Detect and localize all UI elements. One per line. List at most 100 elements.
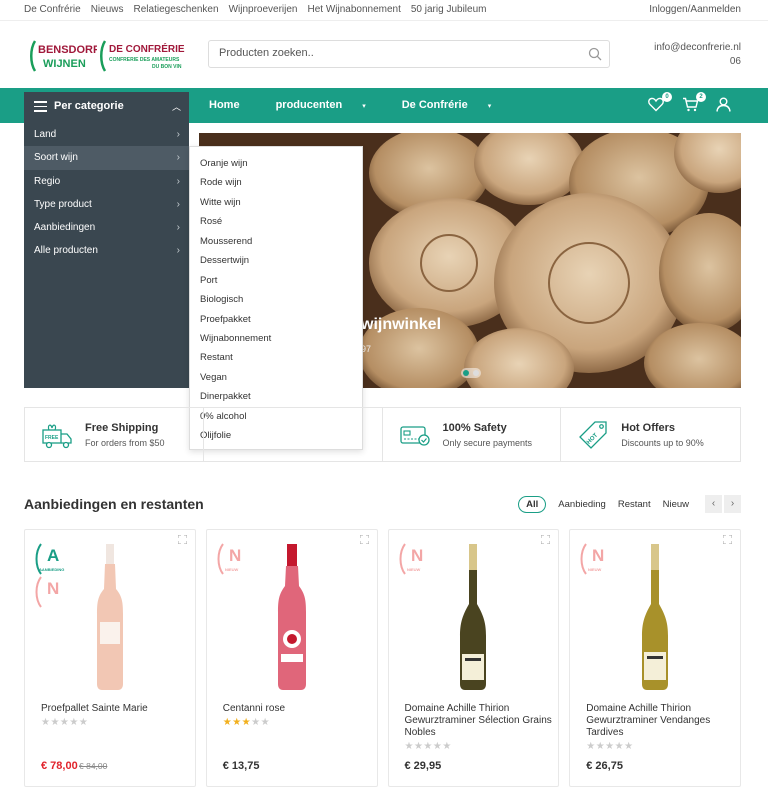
submenu-item[interactable]: Proefpakket bbox=[190, 310, 362, 329]
chevron-right-icon: › bbox=[176, 198, 180, 210]
tag-icon: HOT bbox=[579, 421, 607, 449]
feature-shipping: FREE Free Shipping For orders from $50 bbox=[25, 408, 204, 461]
product-name[interactable]: Domaine Achille Thirion Gewurztraminer V… bbox=[586, 703, 736, 739]
expand-icon[interactable] bbox=[541, 535, 551, 544]
submenu-item[interactable]: Witte wijn bbox=[190, 193, 362, 212]
submenu-item[interactable]: Rosé bbox=[190, 212, 362, 231]
cart-count: 2 bbox=[696, 92, 706, 102]
submenu-item[interactable]: Dessertwijn bbox=[190, 251, 362, 270]
filter-restant[interactable]: Restant bbox=[618, 499, 651, 510]
logo2-line1: DE CONFRÉRIE bbox=[109, 42, 185, 55]
carousel-dot-active[interactable] bbox=[463, 370, 469, 376]
submenu-item[interactable]: Dinerpakket bbox=[190, 387, 362, 406]
rating-stars: ★★★★★ bbox=[222, 717, 271, 728]
feature-safety: 100% Safety Only secure payments bbox=[383, 408, 562, 461]
expand-icon[interactable] bbox=[723, 535, 732, 544]
top-link-relatiegeschenken[interactable]: Relatiegeschenken bbox=[134, 4, 219, 15]
submenu-item[interactable]: Vegan bbox=[190, 368, 362, 387]
top-link-confrerie[interactable]: De Confrérie bbox=[24, 4, 81, 15]
nav-home[interactable]: Home bbox=[209, 99, 258, 111]
feature-title: Hot Offers bbox=[621, 422, 676, 434]
feature-subtitle: Discounts up to 90% bbox=[621, 438, 704, 448]
category-aanbiedingen[interactable]: Aanbiedingen › bbox=[24, 216, 189, 239]
svg-text:NIEUW: NIEUW bbox=[225, 567, 239, 572]
nav-producenten[interactable]: producenten ▾ bbox=[276, 99, 384, 111]
svg-text:NIEUW: NIEUW bbox=[407, 567, 421, 572]
contact-email[interactable]: info@deconfrerie.nl bbox=[654, 41, 741, 55]
submenu-item[interactable]: Oranje wijn bbox=[190, 154, 362, 173]
product-card[interactable]: N NIEUW Centanni rose ★★★★★ € 13,75 bbox=[205, 529, 378, 787]
product-name[interactable]: Proefpallet Sainte Marie bbox=[41, 703, 191, 715]
confrerie-logo[interactable]: DE CONFRÉRIE CONFRERIE DES AMATEURS DU B… bbox=[100, 39, 185, 73]
chevron-right-icon: › bbox=[176, 152, 180, 164]
bensdorp-logo[interactable]: BENSDORP WIJNEN bbox=[29, 39, 97, 73]
submenu-item[interactable]: Mousserend bbox=[190, 232, 362, 251]
product-name[interactable]: Domaine Achille Thirion Gewurztraminer S… bbox=[405, 703, 555, 739]
wishlist-button[interactable]: 0 bbox=[648, 92, 672, 113]
main-nav: Per categorie ︿ Home producenten ▾ De Con… bbox=[0, 88, 768, 123]
product-name[interactable]: Centanni rose bbox=[223, 703, 373, 715]
submenu-item[interactable]: Wijnabonnement bbox=[190, 329, 362, 348]
category-alle-producten[interactable]: Alle producten › bbox=[24, 239, 189, 262]
rating-stars: ★★★★★ bbox=[586, 741, 634, 752]
filter-all[interactable]: All bbox=[518, 495, 547, 513]
category-soort-wijn[interactable]: Soort wijn › bbox=[24, 146, 189, 170]
carousel-dots bbox=[461, 368, 481, 378]
carousel-dot[interactable] bbox=[473, 370, 479, 376]
search-icon[interactable] bbox=[588, 47, 602, 61]
prev-arrow-icon[interactable]: ‹ bbox=[705, 495, 722, 513]
filter-aanbieding[interactable]: Aanbieding bbox=[558, 499, 606, 510]
category-type-product[interactable]: Type product › bbox=[24, 193, 189, 216]
user-icon bbox=[716, 97, 731, 112]
next-arrow-icon[interactable]: › bbox=[724, 495, 741, 513]
nav-links: Home producenten ▾ De Confrérie ▾ bbox=[209, 99, 527, 111]
white-wine-bottle-image bbox=[642, 544, 669, 690]
top-link-jubileum[interactable]: 50 jarig Jubileum bbox=[411, 4, 487, 15]
cart-button[interactable]: 2 bbox=[682, 92, 706, 113]
nieuw-badge-icon: N NIEUW bbox=[217, 543, 241, 575]
header: BENSDORP WIJNEN DE CONFRÉRIE CONFRERIE D… bbox=[0, 22, 768, 88]
login-link[interactable]: Inloggen/Aanmelden bbox=[649, 4, 741, 15]
filter-nieuw[interactable]: Nieuw bbox=[663, 499, 689, 510]
chevron-up-icon: ︿ bbox=[171, 102, 181, 112]
expand-icon[interactable] bbox=[359, 535, 369, 544]
wishlist-count: 0 bbox=[662, 92, 672, 102]
chevron-right-icon: › bbox=[176, 129, 180, 140]
account-button[interactable] bbox=[716, 97, 734, 113]
submenu-item[interactable]: Rode wijn bbox=[190, 173, 362, 192]
submenu-item[interactable]: Biologisch bbox=[190, 290, 362, 309]
wine-type-dropdown: Oranje wijn Rode wijn Witte wijn Rosé Mo… bbox=[189, 146, 363, 450]
feature-subtitle: Only secure payments bbox=[442, 438, 533, 448]
svg-text:NIEUW: NIEUW bbox=[588, 567, 602, 572]
product-card[interactable]: A AANBIEDING N Proefpallet Sainte Marie … bbox=[24, 529, 196, 787]
chevron-right-icon: › bbox=[176, 175, 180, 187]
product-filters: All Aanbieding Restant Nieuw ‹ › bbox=[518, 495, 741, 513]
rating-stars: ★★★★★ bbox=[404, 741, 452, 752]
contact-phone[interactable]: 06 bbox=[654, 55, 741, 69]
hero-title: wijnwinkel bbox=[361, 316, 442, 333]
category-land[interactable]: Land › bbox=[24, 123, 189, 146]
top-link-nieuws[interactable]: Nieuws bbox=[91, 4, 124, 15]
category-regio[interactable]: Regio › bbox=[24, 170, 189, 193]
search-box[interactable] bbox=[208, 40, 610, 68]
nieuw-badge-icon: N NIEUW bbox=[580, 543, 605, 575]
top-link-wijnproeverijen[interactable]: Wijnproeverijen bbox=[229, 4, 298, 15]
contact-info: info@deconfrerie.nl 06 bbox=[654, 41, 741, 69]
top-bar: De Confrérie Nieuws Relatiegeschenken Wi… bbox=[0, 0, 768, 21]
nav-confrerie[interactable]: De Confrérie ▾ bbox=[402, 99, 510, 111]
submenu-item[interactable]: Restant bbox=[190, 348, 362, 367]
search-input[interactable] bbox=[219, 47, 579, 59]
feature-strip: FREE Free Shipping For orders from $50 1… bbox=[24, 407, 741, 462]
top-link-wijnabonnement[interactable]: Het Wijnabonnement bbox=[307, 4, 400, 15]
menu-icon bbox=[34, 101, 47, 112]
nieuw-badge-icon: N NIEUW bbox=[399, 543, 423, 575]
nav-icons: 0 2 bbox=[648, 92, 734, 113]
product-card[interactable]: N NIEUW Domaine Achille Thirion Gewurztr… bbox=[387, 529, 560, 787]
product-card[interactable]: N NIEUW Domaine Achille Thirion Gewurztr… bbox=[569, 529, 741, 787]
expand-icon[interactable] bbox=[177, 535, 187, 544]
submenu-item[interactable]: Port bbox=[190, 271, 362, 290]
chevron-right-icon: › bbox=[176, 245, 180, 257]
logo2-line2: CONFRERIE DES AMATEURS bbox=[109, 57, 180, 63]
category-toggle[interactable]: Per categorie ︿ bbox=[24, 92, 189, 123]
top-links: De Confrérie Nieuws Relatiegeschenken Wi… bbox=[24, 4, 496, 15]
